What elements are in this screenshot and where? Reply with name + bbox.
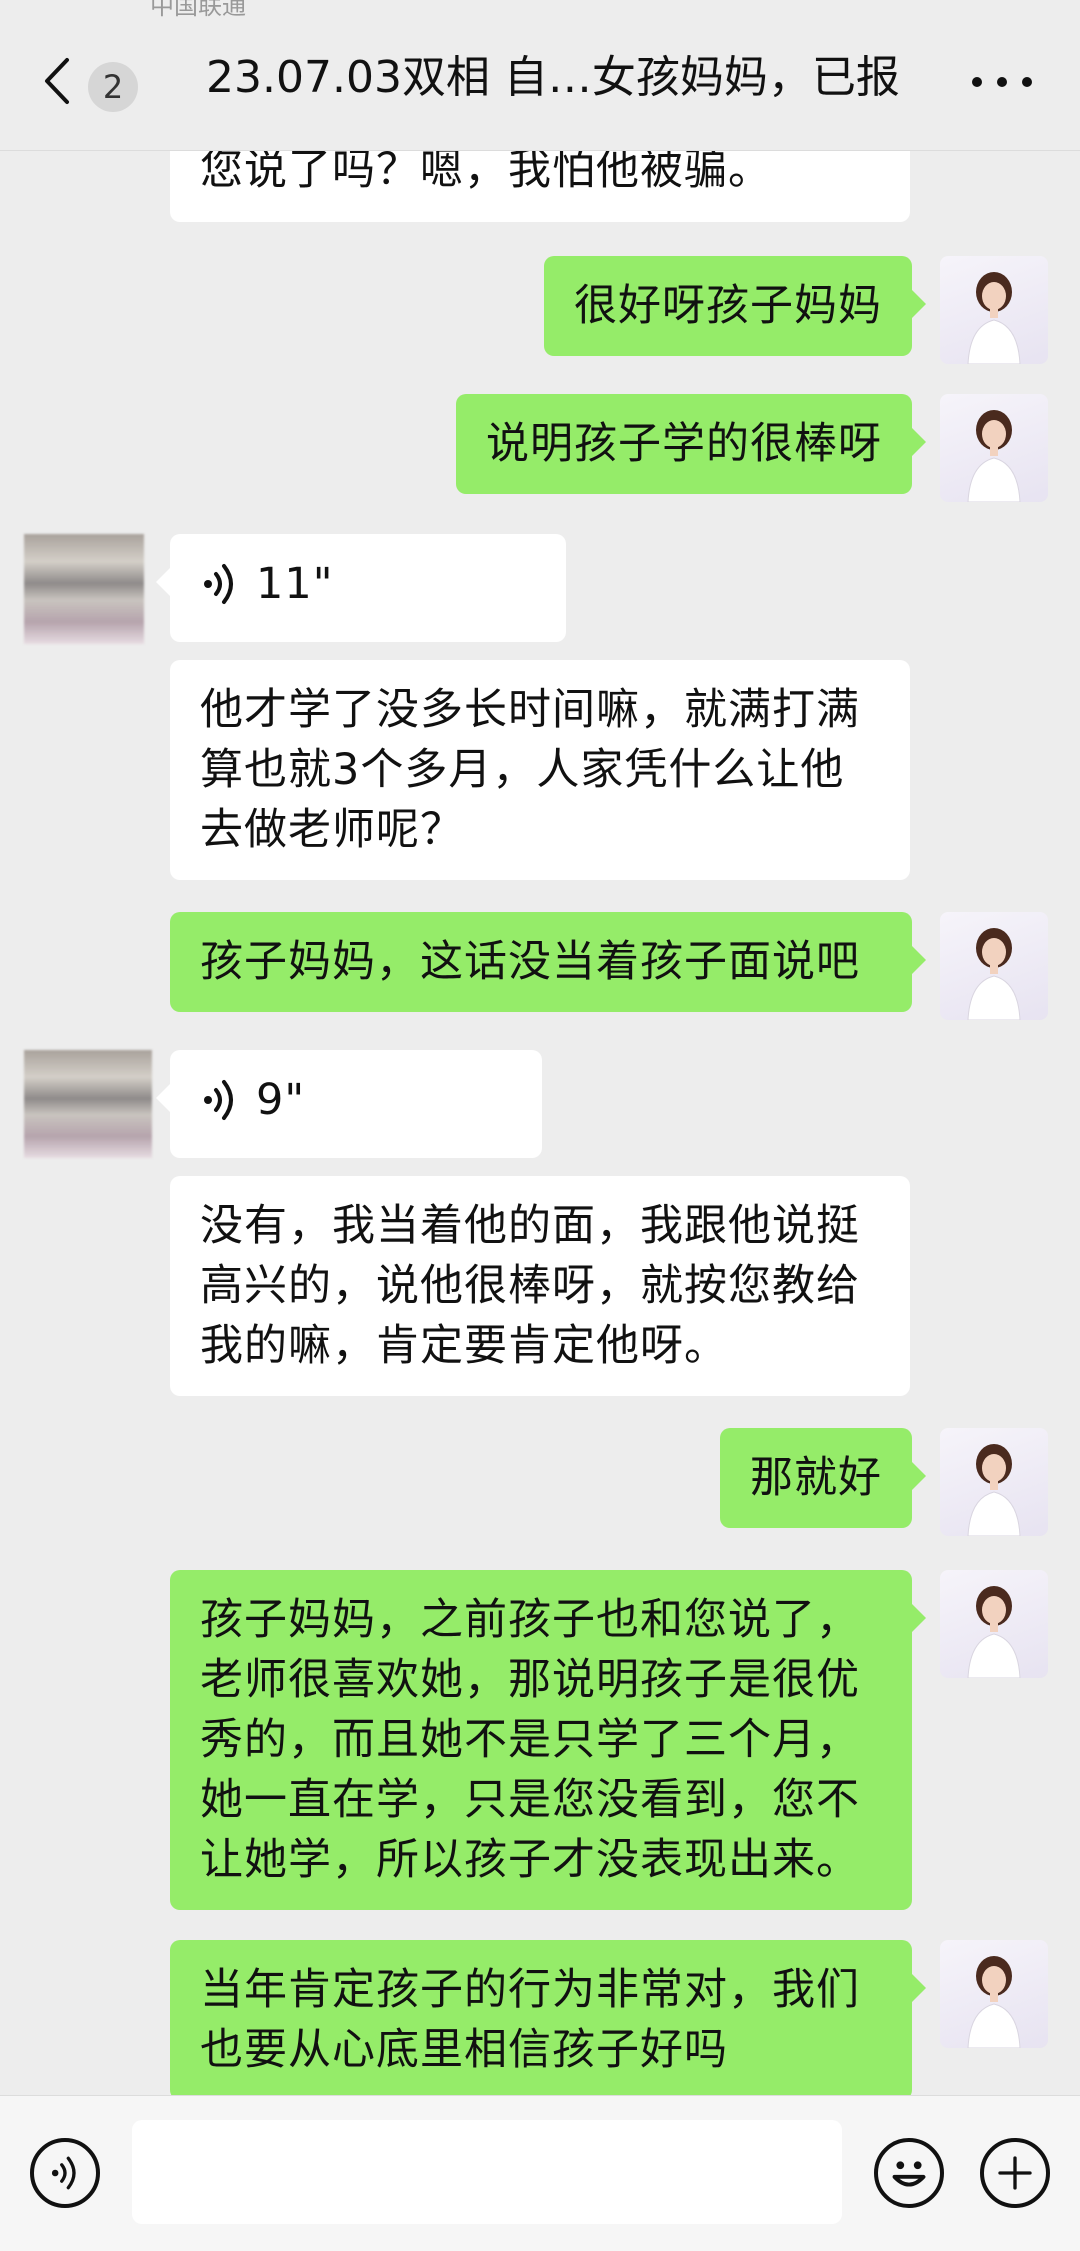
my-avatar[interactable] (940, 256, 1048, 364)
voice-duration: 9" (256, 1075, 306, 1125)
message-text: 没有，我当着他的面，我跟他说挺高兴的，说他很棒呀，就按您教给我的嘛，肯定要肯定他… (200, 1201, 860, 1371)
outgoing-message-bubble[interactable]: 孩子妈妈，这话没当着孩子面说吧 (170, 912, 926, 1012)
unread-count-badge[interactable]: 2 (88, 62, 138, 112)
avatar-portrait-icon (967, 272, 1021, 364)
voice-input-button[interactable] (30, 2138, 100, 2208)
message-input[interactable] (132, 2120, 842, 2224)
my-avatar[interactable] (940, 1940, 1048, 2048)
message-text: 孩子妈妈，这话没当着孩子面说吧 (200, 937, 860, 987)
dot-icon (1022, 77, 1032, 87)
voice-message-bubble[interactable]: 11" (156, 534, 566, 642)
message-text: 您说了吗？嗯，我怕他被骗。 (200, 150, 772, 195)
incoming-message-bubble[interactable]: 没有，我当着他的面，我跟他说挺高兴的，说他很棒呀，就按您教给我的嘛，肯定要肯定他… (170, 1176, 910, 1396)
avatar-portrait-icon (967, 1444, 1021, 1536)
message-text: 很好呀孩子妈妈 (574, 281, 882, 331)
my-avatar[interactable] (940, 1428, 1048, 1536)
my-avatar[interactable] (940, 912, 1048, 1020)
message-composer (0, 2095, 1080, 2251)
outgoing-message-bubble[interactable]: 那就好 (720, 1428, 926, 1528)
message-text: 当年肯定孩子的行为非常对，我们也要从心底里相信孩子好吗 (200, 1965, 860, 2075)
dot-icon (997, 77, 1007, 87)
incoming-message-bubble[interactable]: 您说了吗？嗯，我怕他被骗。 (170, 150, 910, 222)
voice-wave-icon (204, 564, 233, 604)
back-button[interactable] (36, 56, 76, 106)
avatar-portrait-icon (967, 928, 1021, 1020)
voice-duration: 11" (256, 559, 334, 609)
more-actions-button[interactable] (980, 2138, 1050, 2208)
my-avatar[interactable] (940, 1570, 1048, 1678)
contact-avatar[interactable] (24, 534, 144, 644)
message-list[interactable]: 您说了吗？嗯，我怕他被骗。 很好呀孩子妈妈 说明孩子学的很棒呀 11" 他才学了… (0, 150, 1080, 2095)
message-text: 说明孩子学的很棒呀 (486, 419, 882, 469)
incoming-message-bubble[interactable]: 他才学了没多长时间嘛，就满打满算也就3个多月，人家凭什么让他去做老师呢？ (170, 660, 910, 880)
avatar-portrait-icon (967, 1956, 1021, 2048)
chat-header: 中国联通 2 23.07.03双相 自…女孩妈妈，已报 (0, 0, 1080, 151)
voice-input-icon (51, 2156, 76, 2190)
more-options-button[interactable] (972, 62, 1032, 102)
message-text: 他才学了没多长时间嘛，就满打满算也就3个多月，人家凭什么让他去做老师呢？ (200, 685, 860, 855)
contact-avatar[interactable] (24, 1050, 152, 1158)
my-avatar[interactable] (940, 394, 1048, 502)
outgoing-message-bubble[interactable]: 孩子妈妈，之前孩子也和您说了，老师很喜欢她，那说明孩子是很优秀的，而且她不是只学… (170, 1570, 926, 1910)
voice-wave-icon (204, 1080, 233, 1120)
emoji-icon (892, 2161, 926, 2187)
outgoing-message-bubble[interactable]: 说明孩子学的很棒呀 (456, 394, 926, 494)
status-bar-carrier: 中国联通 (150, 0, 246, 20)
avatar-portrait-icon (967, 410, 1021, 502)
message-text: 孩子妈妈，之前孩子也和您说了，老师很喜欢她，那说明孩子是很优秀的，而且她不是只学… (200, 1595, 860, 1885)
plus-icon (998, 2156, 1032, 2190)
emoji-button[interactable] (874, 2138, 944, 2208)
message-text: 那就好 (750, 1453, 882, 1503)
outgoing-message-bubble[interactable]: 当年肯定孩子的行为非常对，我们也要从心底里相信孩子好吗 (170, 1940, 926, 2095)
avatar-portrait-icon (967, 1586, 1021, 1678)
outgoing-message-bubble[interactable]: 很好呀孩子妈妈 (544, 256, 926, 356)
dot-icon (972, 77, 982, 87)
chevron-left-icon (45, 58, 69, 104)
chat-title: 23.07.03双相 自…女孩妈妈，已报 (206, 52, 900, 103)
voice-message-bubble[interactable]: 9" (156, 1050, 542, 1158)
